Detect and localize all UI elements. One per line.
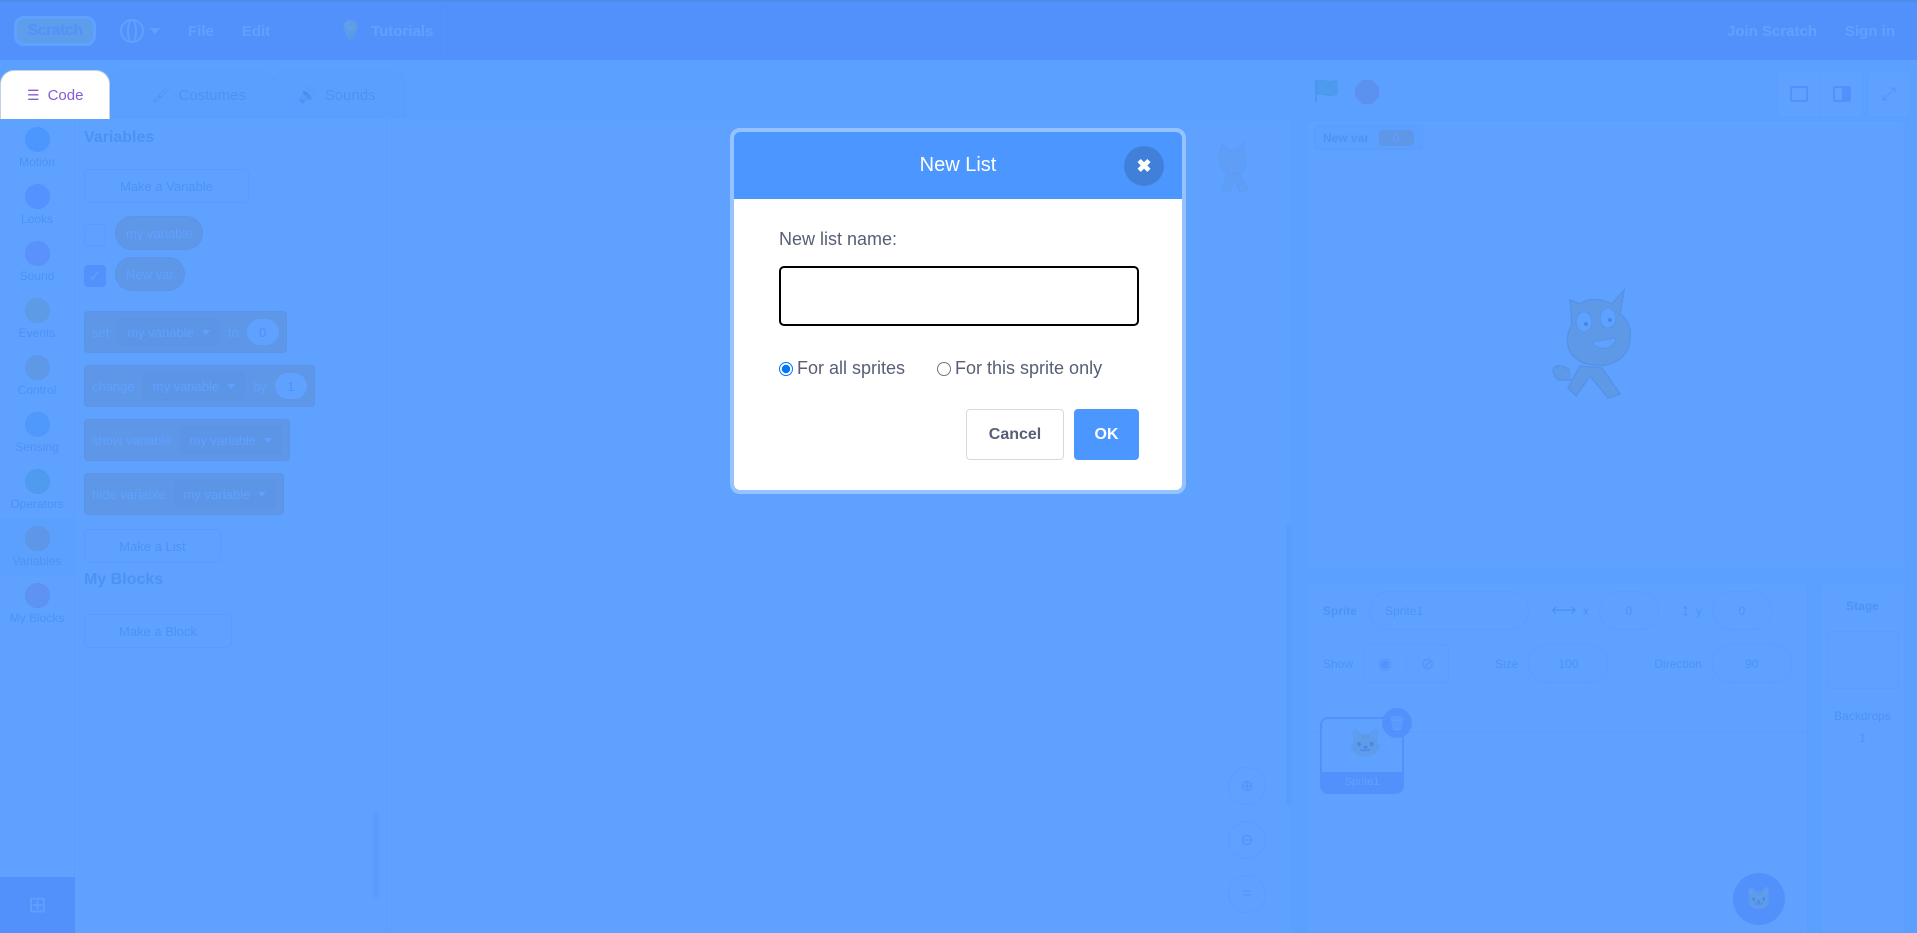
close-button[interactable]: ✖ — [1124, 146, 1164, 186]
for-all-sprites-label: For all sprites — [797, 358, 906, 378]
dialog-header: New List ✖ — [734, 132, 1182, 199]
for-all-sprites-option[interactable]: For all sprites — [779, 358, 905, 379]
scope-options: For all sprites For this sprite only — [779, 358, 1137, 379]
list-name-label: New list name: — [779, 229, 898, 249]
for-this-sprite-label: For this sprite only — [955, 358, 1103, 378]
code-icon: ☰ — [27, 86, 40, 103]
close-icon: ✖ — [1136, 155, 1152, 176]
tab-code[interactable]: ☰ Code — [0, 70, 111, 119]
new-list-dialog: New List ✖ New list name: For all sprite… — [730, 128, 1186, 494]
tab-code-label: Code — [47, 86, 84, 104]
cancel-button[interactable]: Cancel — [966, 409, 1064, 460]
for-this-sprite-radio[interactable] — [937, 361, 952, 376]
dialog-title: New List — [919, 154, 997, 176]
ok-button[interactable]: OK — [1074, 409, 1139, 460]
for-all-sprites-radio[interactable] — [779, 361, 793, 376]
list-name-input[interactable] — [779, 266, 1139, 326]
for-this-sprite-option[interactable]: For this sprite only — [937, 358, 1102, 379]
